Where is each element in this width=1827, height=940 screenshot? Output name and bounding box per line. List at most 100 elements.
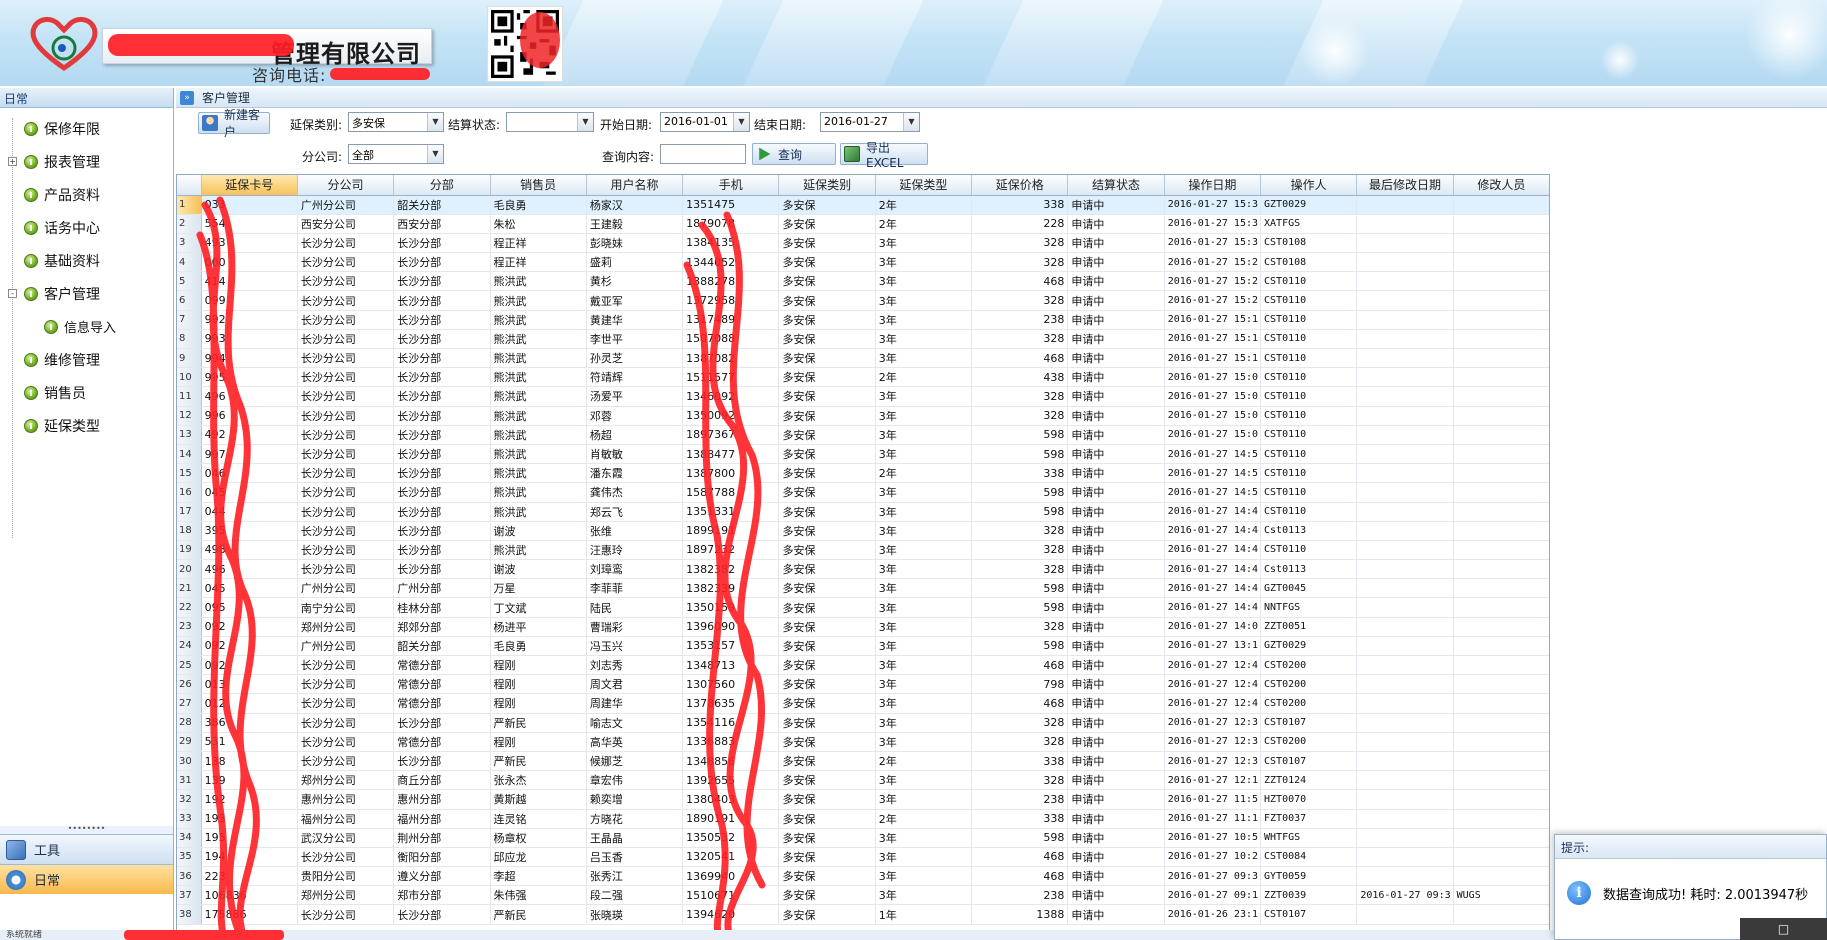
sidebar-item[interactable]: 保修年限 — [0, 112, 173, 145]
column-header[interactable]: 销售员 — [490, 175, 587, 196]
table-row[interactable]: 21 045 广州分公司 广州分部 万星 李菲菲 1382339 多安保 3年 598 申请中 201… — [177, 578, 1549, 599]
table-row[interactable]: 31 139 郑州分公司 商丘分部 张永杰 章宏伟 1392655 多安保 3年 328 申请中 20… — [177, 770, 1549, 791]
new-customer-button[interactable]: 新建客户 — [198, 108, 270, 139]
table-cell: 多安保 — [778, 425, 876, 445]
sidebar-item[interactable]: 基础资料 — [0, 244, 173, 277]
daily-panel-button[interactable]: 日常 — [0, 864, 173, 894]
table-cell: 3年 — [875, 828, 973, 848]
table-row[interactable]: 17 044 长沙分公司 长沙分部 熊洪武 郑云飞 1351331 多安保 3年 598 申请中 20… — [177, 502, 1549, 522]
column-header[interactable]: 分公司 — [297, 175, 395, 196]
chevron-down-icon[interactable]: ▼ — [427, 145, 443, 163]
column-header[interactable]: 分部 — [393, 175, 491, 196]
table-row[interactable]: 15 046 长沙分公司 长沙分部 熊洪武 潘东霞 1387800 多安保 2年 338 申请中 20… — [177, 463, 1549, 484]
expand-icon[interactable]: + — [8, 157, 17, 166]
column-header[interactable]: 最后修改日期 — [1356, 175, 1454, 196]
table-row[interactable]: 4 000 长沙分公司 长沙分部 程正祥 盛莉 1344052 多安保 3年 328 申请中 2016… — [177, 252, 1549, 273]
table-row[interactable]: 16 045 长沙分公司 长沙分部 熊洪武 龚伟杰 1587788 多安保 3年 598 申请中 20… — [177, 482, 1549, 503]
sidebar-item[interactable]: 信息导入 — [0, 310, 173, 343]
table-cell: 995 — [201, 367, 298, 388]
query-content-input[interactable] — [660, 144, 746, 164]
chevron-down-icon[interactable]: ▼ — [733, 113, 749, 131]
table-row[interactable]: 10 995 长沙分公司 长沙分部 熊洪武 符靖辉 1511577 多安保 2年 438 申请中 20… — [177, 367, 1549, 388]
chevron-down-icon[interactable]: ▼ — [427, 113, 443, 131]
table-row[interactable]: 23 092 郑州分公司 郑郊分部 杨进平 曹瑞彩 1396090 多安保 3年 328 申请中 20… — [177, 617, 1549, 637]
export-excel-button[interactable]: 导出EXCEL — [840, 141, 928, 170]
table-row[interactable]: 24 092 广州分公司 韶关分部 毛良勇 冯玉兴 1353157 多安保 3年 598 申请中 20… — [177, 636, 1549, 657]
table-row[interactable]: 6 099 长沙分公司 长沙分部 熊洪武 戴亚军 1372958 多安保 3年 328 申请中 201… — [177, 290, 1549, 311]
grid-corner-cell[interactable] — [177, 175, 202, 196]
table-row[interactable]: 1 033 广州分公司 韶关分部 毛良勇 杨家汉 1351475 多安保 2年 338 申请中 201… — [177, 195, 1549, 215]
sidebar-item[interactable]: - 客户管理 — [0, 277, 173, 310]
branch-select[interactable]: 全部 ▼ — [348, 144, 444, 164]
table-row[interactable]: 2 554 西安分公司 西安分部 朱松 王建毅 1879078 多安保 2年 228 申请中 2016… — [177, 214, 1549, 234]
table-row[interactable]: 18 395 长沙分公司 长沙分部 谢波 张维 1899191 多安保 3年 328 申请中 2016… — [177, 521, 1549, 541]
chevron-down-icon[interactable]: ▼ — [903, 113, 919, 131]
table-row[interactable]: 28 386 长沙分公司 长沙分部 严新民 喻志文 1354116 多安保 3年 328 申请中 20… — [177, 713, 1549, 733]
sidebar-item[interactable]: 维修管理 — [0, 343, 173, 376]
table-cell: 3年 — [875, 329, 973, 350]
table-cell: CST0110 — [1260, 367, 1358, 388]
table-row[interactable]: 20 496 长沙分公司 长沙分部 谢波 刘璋鸾 1382382 多安保 3年 328 申请中 201… — [177, 559, 1549, 580]
user-add-icon — [202, 115, 218, 131]
column-header[interactable]: 延保价格 — [971, 175, 1069, 196]
table-row[interactable]: 13 492 长沙分公司 长沙分部 熊洪武 杨超 1897367 多安保 3年 598 申请中 201… — [177, 425, 1549, 445]
table-row[interactable]: 9 994 长沙分公司 长沙分部 熊洪武 孙灵芝 1387082 多安保 3年 468 申请中 201… — [177, 348, 1549, 369]
table-row[interactable]: 22 095 南宁分公司 桂林分部 丁文斌 陆民 1350159 多安保 3年 598 申请中 201… — [177, 597, 1549, 618]
sidebar-item[interactable]: + 报表管理 — [0, 145, 173, 178]
column-header[interactable]: 延保类别 — [778, 175, 876, 196]
table-row[interactable]: 25 092 长沙分公司 常德分部 程刚 刘志秀 1348713 多安保 3年 468 申请中 201… — [177, 655, 1549, 676]
sidebar-item[interactable]: 销售员 — [0, 376, 173, 409]
sidebar-item[interactable]: 话务中心 — [0, 211, 173, 244]
column-header[interactable]: 延保类型 — [875, 175, 973, 196]
start-date-picker[interactable]: 2016-01-01 ▼ — [660, 112, 750, 132]
column-header[interactable]: 修改人员 — [1453, 175, 1549, 196]
table-row[interactable]: 5 414 长沙分公司 长沙分部 熊洪武 黄杉 1388278 多安保 3年 468 申请中 2016… — [177, 271, 1549, 292]
end-date-picker[interactable]: 2016-01-27 ▼ — [820, 112, 920, 132]
table-row[interactable]: 35 194 长沙分公司 衡阳分部 邱应龙 吕玉香 1320541 多安保 3年 468 申请中 20… — [177, 847, 1549, 868]
table-row[interactable]: 12 996 长沙分公司 长沙分部 熊洪武 邓蓉 1350092 多安保 3年 328 申请中 201… — [177, 406, 1549, 426]
table-row[interactable]: 37 106836 郑州分公司 郑市分部 朱伟强 段二强 1510671 多安保 3年 238 申请… — [177, 885, 1549, 906]
table-row[interactable]: 29 531 长沙分公司 常德分部 程刚 高华英 1336883 多安保 3年 328 申请中 201… — [177, 732, 1549, 752]
table-row[interactable]: 26 013 长沙分公司 常德分部 程刚 周文君 1307560 多安保 3年 798 申请中 201… — [177, 674, 1549, 695]
collapse-icon[interactable]: - — [8, 289, 17, 298]
table-row[interactable]: 7 992 长沙分公司 长沙分部 熊洪武 黄建华 1317489 多安保 3年 238 申请中 201… — [177, 310, 1549, 330]
chevron-down-icon[interactable]: ▼ — [577, 113, 593, 131]
table-row[interactable]: 11 496 长沙分公司 长沙分部 熊洪武 汤爱平 1346092 多安保 3年 328 申请中 20… — [177, 386, 1549, 407]
sidebar-item[interactable]: 产品资料 — [0, 178, 173, 211]
table-row[interactable]: 33 193 福州分公司 福州分部 连灵铭 方晓花 1890191 多安保 2年 338 申请中 20… — [177, 809, 1549, 829]
table-row[interactable]: 3 493 长沙分公司 长沙分部 程正祥 彭晓妹 1384135 多安保 3年 328 申请中 201… — [177, 233, 1549, 254]
sidebar-splitter-handle[interactable]: •••••••• — [0, 825, 173, 834]
table-cell: 2016-01-27 11:1 — [1164, 809, 1262, 829]
tools-panel-button[interactable]: 工具 — [0, 834, 173, 864]
column-header[interactable]: 操作日期 — [1164, 175, 1262, 196]
table-cell: 多安保 — [778, 578, 876, 599]
table-row[interactable]: 19 498 长沙分公司 长沙分部 熊洪武 汪惠玲 1897232 多安保 3年 328 申请中 20… — [177, 540, 1549, 561]
table-cell: 长沙分公司 — [297, 693, 395, 714]
table-row[interactable]: 14 997 长沙分公司 长沙分部 熊洪武 肖敏敏 1388477 多安保 3年 598 申请中 20… — [177, 444, 1549, 465]
table-cell: 997 — [201, 444, 298, 465]
table-cell: 多安保 — [778, 866, 876, 887]
customer-data-grid[interactable]: 延保卡号 分公司 分部 销售员 用户名称 手机 延保类别 延保类型 延保价格 结算状态 操作日期 操作… — [176, 174, 1550, 940]
restore-window-button[interactable]: □ — [1740, 918, 1827, 940]
table-row[interactable]: 27 012 长沙分公司 常德分部 程刚 周建华 1378635 多安保 3年 468 申请中 201… — [177, 693, 1549, 714]
table-cell: 申请中 — [1067, 482, 1165, 503]
table-cell: 程刚 — [490, 655, 587, 676]
column-header[interactable]: 手机 — [682, 175, 780, 196]
table-row[interactable]: 36 223 贵阳分公司 遵义分部 李超 张秀江 1369940 多安保 3年 468 申请中 201… — [177, 866, 1549, 887]
table-row[interactable]: 32 192 惠州分公司 惠州分部 黄斯越 赖奕增 1380403 多安保 3年 238 申请中 20… — [177, 789, 1549, 810]
column-header[interactable]: 延保卡号 — [201, 175, 298, 196]
table-row[interactable]: 30 138 长沙分公司 长沙分部 严新民 候娜芝 1348856 多安保 2年 338 申请中 20… — [177, 751, 1549, 772]
table-cell: 吕玉香 — [586, 847, 684, 868]
column-header[interactable]: 结算状态 — [1067, 175, 1165, 196]
column-header[interactable]: 用户名称 — [586, 175, 684, 196]
search-button[interactable]: 查询 — [752, 143, 836, 165]
table-row[interactable]: 34 195 武汉分公司 荆州分部 杨章权 王晶晶 1350532 多安保 3年 598 申请中 20… — [177, 828, 1549, 848]
table-row[interactable]: 8 993 长沙分公司 长沙分部 熊洪武 李世平 1507088 多安保 3年 328 申请中 201… — [177, 329, 1549, 350]
column-header[interactable]: 操作人 — [1260, 175, 1358, 196]
settle-status-select[interactable]: ▼ — [506, 112, 594, 132]
table-row[interactable]: 38 175886 长沙分公司 长沙分部 严新民 张晓瑛 1394620 多安保 1年 1388 申… — [177, 904, 1549, 925]
ext-type-select[interactable]: 多安保 ▼ — [348, 112, 444, 132]
sidebar-item[interactable]: 延保类型 — [0, 409, 173, 442]
row-number: 8 — [177, 329, 202, 350]
double-chevron-right-icon[interactable]: » — [180, 90, 194, 105]
